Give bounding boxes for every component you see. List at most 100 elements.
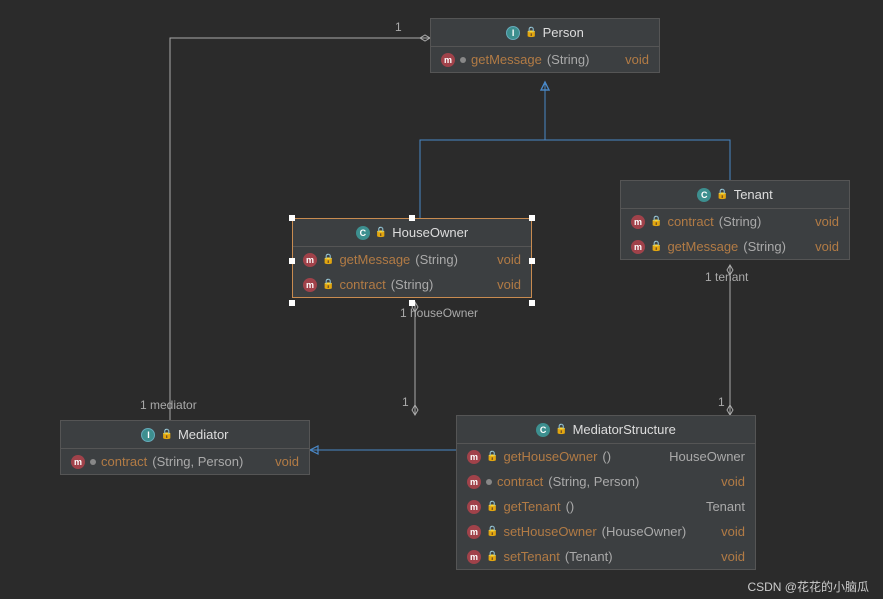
class-person[interactable]: I 🔒 Person m getMessage (String) void bbox=[430, 18, 660, 73]
method-row[interactable]: m contract (String, Person) void bbox=[457, 469, 755, 494]
class-name: Mediator bbox=[178, 427, 229, 442]
method-icon: m bbox=[467, 500, 481, 514]
method-params: (String) bbox=[719, 214, 762, 229]
method-return: void bbox=[613, 52, 649, 67]
lock-icon: 🔒 bbox=[486, 551, 498, 562]
method-name: setTenant bbox=[503, 549, 559, 564]
method-icon: m bbox=[631, 215, 645, 229]
method-params: () bbox=[566, 499, 575, 514]
method-name: contract bbox=[497, 474, 543, 489]
resize-handle[interactable] bbox=[289, 215, 295, 221]
resize-handle[interactable] bbox=[529, 258, 535, 264]
method-params: (String, Person) bbox=[548, 474, 639, 489]
method-icon: m bbox=[303, 253, 317, 267]
method-name: getHouseOwner bbox=[503, 449, 597, 464]
method-name: getTenant bbox=[503, 499, 560, 514]
method-params: (String) bbox=[743, 239, 786, 254]
method-return: void bbox=[803, 239, 839, 254]
method-icon: m bbox=[467, 450, 481, 464]
multiplicity-label: 1 bbox=[402, 395, 409, 409]
method-row[interactable]: m getMessage (String) void bbox=[431, 47, 659, 72]
method-return: void bbox=[709, 524, 745, 539]
multiplicity-label: 1 bbox=[395, 20, 402, 34]
method-return: void bbox=[803, 214, 839, 229]
role-label: 1 tenant bbox=[705, 270, 748, 284]
resize-handle[interactable] bbox=[289, 300, 295, 306]
lock-icon: 🔒 bbox=[525, 27, 537, 38]
class-name: Person bbox=[543, 25, 584, 40]
method-name: contract bbox=[339, 277, 385, 292]
lock-icon: 🔒 bbox=[160, 429, 172, 440]
resize-handle[interactable] bbox=[529, 300, 535, 306]
abstract-dot-icon bbox=[486, 479, 492, 485]
method-params: () bbox=[602, 449, 611, 464]
lock-icon: 🔒 bbox=[650, 216, 662, 227]
method-row[interactable]: m 🔒 getMessage (String) void bbox=[293, 247, 531, 272]
method-name: getMessage bbox=[667, 239, 738, 254]
interface-icon: I bbox=[506, 26, 520, 40]
method-params: (String) bbox=[391, 277, 434, 292]
class-tenant[interactable]: C 🔒 Tenant m 🔒 contract (String) void m … bbox=[620, 180, 850, 260]
lock-icon: 🔒 bbox=[555, 424, 567, 435]
method-params: (Tenant) bbox=[565, 549, 613, 564]
method-return: void bbox=[485, 252, 521, 267]
role-label: 1 houseOwner bbox=[400, 306, 478, 320]
class-name: Tenant bbox=[734, 187, 773, 202]
method-row[interactable]: m 🔒 getTenant () Tenant bbox=[457, 494, 755, 519]
lock-icon: 🔒 bbox=[650, 241, 662, 252]
method-icon: m bbox=[467, 525, 481, 539]
class-icon: C bbox=[697, 188, 711, 202]
class-header: C 🔒 HouseOwner bbox=[293, 219, 531, 247]
method-name: contract bbox=[101, 454, 147, 469]
method-return: void bbox=[709, 474, 745, 489]
method-row[interactable]: m 🔒 contract (String) void bbox=[293, 272, 531, 297]
method-params: (String, Person) bbox=[152, 454, 243, 469]
lock-icon: 🔒 bbox=[486, 501, 498, 512]
class-name: HouseOwner bbox=[392, 225, 468, 240]
class-header: I 🔒 Person bbox=[431, 19, 659, 47]
abstract-dot-icon bbox=[460, 57, 466, 63]
class-house-owner[interactable]: C 🔒 HouseOwner m 🔒 getMessage (String) v… bbox=[292, 218, 532, 298]
resize-handle[interactable] bbox=[409, 215, 415, 221]
lock-icon: 🔒 bbox=[716, 189, 728, 200]
method-row[interactable]: m 🔒 getMessage (String) void bbox=[621, 234, 849, 259]
method-name: setHouseOwner bbox=[503, 524, 596, 539]
class-icon: C bbox=[356, 226, 370, 240]
method-params: (String) bbox=[415, 252, 458, 267]
method-row[interactable]: m 🔒 setTenant (Tenant) void bbox=[457, 544, 755, 569]
method-return: void bbox=[485, 277, 521, 292]
lock-icon: 🔒 bbox=[486, 451, 498, 462]
method-icon: m bbox=[441, 53, 455, 67]
resize-handle[interactable] bbox=[289, 258, 295, 264]
method-row[interactable]: m 🔒 contract (String) void bbox=[621, 209, 849, 234]
method-icon: m bbox=[631, 240, 645, 254]
watermark: CSDN @花花的小脑瓜 bbox=[747, 578, 869, 595]
class-mediator-structure[interactable]: C 🔒 MediatorStructure m 🔒 getHouseOwner … bbox=[456, 415, 756, 570]
class-name: MediatorStructure bbox=[573, 422, 676, 437]
class-header: I 🔒 Mediator bbox=[61, 421, 309, 449]
method-icon: m bbox=[71, 455, 85, 469]
resize-handle[interactable] bbox=[529, 215, 535, 221]
method-icon: m bbox=[467, 475, 481, 489]
method-icon: m bbox=[303, 278, 317, 292]
method-name: getMessage bbox=[339, 252, 410, 267]
method-row[interactable]: m 🔒 getHouseOwner () HouseOwner bbox=[457, 444, 755, 469]
lock-icon: 🔒 bbox=[322, 254, 334, 265]
method-name: contract bbox=[667, 214, 713, 229]
method-row[interactable]: m contract (String, Person) void bbox=[61, 449, 309, 474]
lock-icon: 🔒 bbox=[322, 279, 334, 290]
multiplicity-label: 1 bbox=[718, 395, 725, 409]
method-return: void bbox=[709, 549, 745, 564]
lock-icon: 🔒 bbox=[375, 227, 387, 238]
method-return: Tenant bbox=[694, 499, 745, 514]
role-label: 1 mediator bbox=[140, 398, 197, 412]
class-mediator[interactable]: I 🔒 Mediator m contract (String, Person)… bbox=[60, 420, 310, 475]
class-icon: C bbox=[536, 423, 550, 437]
method-return: void bbox=[263, 454, 299, 469]
class-header: C 🔒 MediatorStructure bbox=[457, 416, 755, 444]
class-header: C 🔒 Tenant bbox=[621, 181, 849, 209]
abstract-dot-icon bbox=[90, 459, 96, 465]
method-row[interactable]: m 🔒 setHouseOwner (HouseOwner) void bbox=[457, 519, 755, 544]
method-params: (HouseOwner) bbox=[602, 524, 687, 539]
lock-icon: 🔒 bbox=[486, 526, 498, 537]
